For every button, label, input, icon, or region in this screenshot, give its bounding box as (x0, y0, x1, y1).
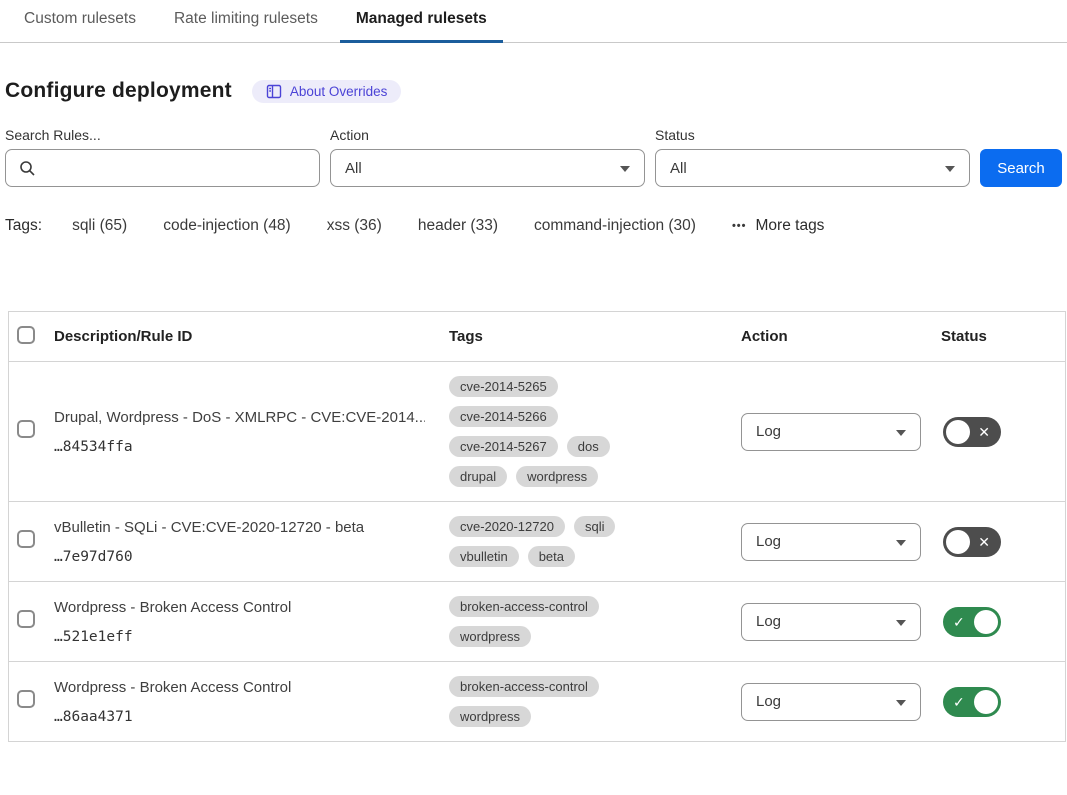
rule-tags: cve-2014-5265 cve-2014-5266 cve-2014-5267 d… (449, 362, 717, 501)
table-row: Wordpress - Broken Access Control …521e1… (9, 582, 1065, 662)
more-tags-label: More tags (756, 217, 825, 235)
select-all-checkbox[interactable] (17, 326, 35, 344)
rule-action-value: Log (756, 693, 781, 710)
status-filter-label: Status (655, 127, 970, 143)
x-icon: ✕ (978, 425, 990, 439)
rule-description: vBulletin - SQLi - CVE:CVE-2020-12720 - … (54, 519, 425, 536)
tab-rate-limiting-rulesets[interactable]: Rate limiting rulesets (158, 0, 334, 43)
column-header-status: Status (941, 328, 1065, 345)
rule-action-select[interactable]: Log (741, 413, 921, 451)
check-icon: ✓ (953, 615, 965, 629)
rule-id: …84534ffa (54, 439, 425, 455)
page-title: Configure deployment (5, 79, 232, 103)
chevron-down-icon (896, 620, 906, 626)
about-overrides-link[interactable]: About Overrides (252, 80, 402, 103)
rule-id: …86aa4371 (54, 709, 425, 725)
table-row: Wordpress - Broken Access Control …86aa4… (9, 662, 1065, 742)
chevron-down-icon (620, 166, 630, 172)
rule-description: Drupal, Wordpress - DoS - XMLRPC - CVE:C… (54, 409, 425, 426)
status-toggle[interactable]: ✓ (943, 607, 1001, 637)
rule-id: …7e97d760 (54, 549, 425, 565)
column-header-description: Description/Rule ID (54, 328, 449, 345)
tag-pill: wordpress (449, 626, 531, 647)
status-toggle[interactable]: ✕ (943, 527, 1001, 557)
tag-pill: beta (528, 546, 575, 567)
book-icon (266, 84, 282, 99)
tag-link-sqli[interactable]: sqli (65) (72, 217, 127, 235)
about-overrides-label: About Overrides (290, 84, 388, 99)
rule-action-value: Log (756, 423, 781, 440)
row-checkbox[interactable] (17, 420, 35, 438)
status-toggle[interactable]: ✕ (943, 417, 1001, 447)
table-header-row: Description/Rule ID Tags Action Status (9, 312, 1065, 362)
toggle-knob (946, 420, 970, 444)
chevron-down-icon (945, 166, 955, 172)
rule-action-select[interactable]: Log (741, 603, 921, 641)
tag-link-xss[interactable]: xss (36) (327, 217, 382, 235)
search-rules-label: Search Rules... (5, 127, 320, 143)
tab-managed-rulesets[interactable]: Managed rulesets (340, 0, 503, 43)
tab-custom-rulesets[interactable]: Custom rulesets (8, 0, 152, 43)
rule-tags: broken-access-control wordpress (449, 582, 717, 661)
more-tags-button[interactable]: ••• More tags (732, 217, 824, 235)
rule-action-select[interactable]: Log (741, 683, 921, 721)
tag-pill: wordpress (516, 466, 598, 487)
tag-pill: cve-2014-5267 (449, 436, 558, 457)
rule-id: …521e1eff (54, 629, 425, 645)
table-row: Drupal, Wordpress - DoS - XMLRPC - CVE:C… (9, 362, 1065, 502)
rule-tags: broken-access-control wordpress (449, 662, 717, 741)
chevron-down-icon (896, 700, 906, 706)
tag-pill: vbulletin (449, 546, 519, 567)
toggle-knob (974, 610, 998, 634)
rule-action-select[interactable]: Log (741, 523, 921, 561)
rule-description: Wordpress - Broken Access Control (54, 679, 425, 696)
status-toggle[interactable]: ✓ (943, 687, 1001, 717)
tag-pill: cve-2014-5265 (449, 376, 558, 397)
status-filter-value: All (670, 160, 687, 177)
rule-action-value: Log (756, 533, 781, 550)
tag-link-header[interactable]: header (33) (418, 217, 498, 235)
row-checkbox[interactable] (17, 610, 35, 628)
tag-link-command-injection[interactable]: command-injection (30) (534, 217, 696, 235)
check-icon: ✓ (953, 695, 965, 709)
row-checkbox[interactable] (17, 690, 35, 708)
action-filter-label: Action (330, 127, 645, 143)
rules-table: Description/Rule ID Tags Action Status D… (8, 311, 1066, 742)
column-header-tags: Tags (449, 328, 741, 345)
search-input-wrap (5, 149, 320, 187)
table-row: vBulletin - SQLi - CVE:CVE-2020-12720 - … (9, 502, 1065, 582)
toggle-knob (946, 530, 970, 554)
chevron-down-icon (896, 540, 906, 546)
tag-pill: cve-2020-12720 (449, 516, 565, 537)
row-checkbox[interactable] (17, 530, 35, 548)
tag-pill: drupal (449, 466, 507, 487)
tab-bar: Custom rulesets Rate limiting rulesets M… (0, 0, 1067, 43)
tag-pill: broken-access-control (449, 676, 599, 697)
rule-tags: cve-2020-12720 sqli vbulletin beta (449, 502, 717, 581)
action-filter-value: All (345, 160, 362, 177)
tag-pill: dos (567, 436, 610, 457)
tag-link-code-injection[interactable]: code-injection (48) (163, 217, 291, 235)
status-filter-select[interactable]: All (655, 149, 970, 187)
search-button[interactable]: Search (980, 149, 1062, 187)
action-filter-select[interactable]: All (330, 149, 645, 187)
rule-action-value: Log (756, 613, 781, 630)
column-header-action: Action (741, 328, 941, 345)
tag-pill: sqli (574, 516, 616, 537)
ellipsis-icon: ••• (732, 221, 747, 232)
rule-description: Wordpress - Broken Access Control (54, 599, 425, 616)
toggle-knob (974, 690, 998, 714)
x-icon: ✕ (978, 535, 990, 549)
chevron-down-icon (896, 430, 906, 436)
search-rules-input[interactable] (6, 150, 319, 186)
tags-label: Tags: (5, 217, 42, 235)
tag-pill: broken-access-control (449, 596, 599, 617)
tag-pill: wordpress (449, 706, 531, 727)
tag-pill: cve-2014-5266 (449, 406, 558, 427)
